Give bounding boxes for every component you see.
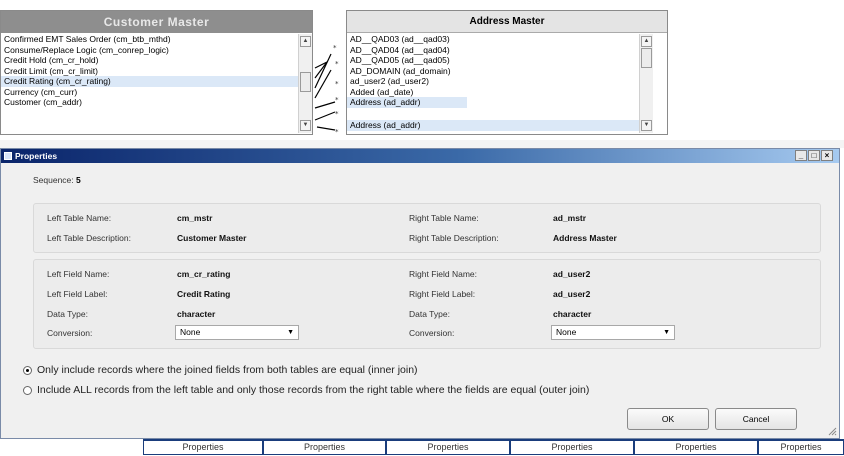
cancel-button[interactable]: Cancel	[715, 408, 797, 430]
left-field-name-value: cm_cr_rating	[177, 269, 231, 279]
right-data-type-label: Data Type:	[409, 309, 450, 319]
left-table-name-value: cm_mstr	[177, 213, 213, 223]
right-table-name-value: ad_mstr	[553, 213, 587, 223]
customer-master-field-list[interactable]: Confirmed EMT Sales Order (cm_btb_mthd) …	[1, 34, 298, 108]
close-icon[interactable]: ×	[821, 150, 833, 161]
svg-text:*: *	[335, 80, 339, 88]
left-table-desc-label: Left Table Description:	[47, 233, 131, 243]
address-master-field-list[interactable]: AD__QAD03 (ad__qad03) AD__QAD04 (ad__qad…	[347, 34, 467, 108]
list-item-selected[interactable]: Credit Rating (cm_cr_rating)	[1, 76, 298, 87]
scroll-thumb[interactable]	[641, 48, 652, 68]
left-field-label-label: Left Field Label:	[47, 289, 108, 299]
scroll-up-icon[interactable]: ▲	[300, 36, 311, 47]
inner-join-radio[interactable]	[23, 365, 32, 375]
properties-tab-bar: Properties Properties Properties Propert…	[0, 439, 844, 456]
list-item[interactable]: AD__QAD03 (ad__qad03)	[347, 34, 467, 45]
right-field-label-label: Right Field Label:	[409, 289, 476, 299]
tab-properties[interactable]: Properties	[386, 439, 510, 455]
tab-properties[interactable]: Properties	[510, 439, 634, 455]
background-strip	[0, 140, 844, 148]
right-field-label-value: ad_user2	[553, 289, 591, 299]
outer-join-option[interactable]: Include ALL records from the left table …	[23, 384, 589, 396]
left-field-label-value: Credit Rating	[177, 289, 231, 299]
chevron-down-icon: ▼	[663, 329, 670, 336]
list-item[interactable]: ad_user2 (ad_user2)	[347, 76, 467, 87]
right-conversion-label: Conversion:	[409, 328, 455, 338]
right-conversion-select[interactable]: None ▼	[551, 325, 675, 340]
properties-dialog: Properties _ □ × Sequence: 5 Left Table …	[0, 148, 840, 439]
address-master-panel: Address Master AD__QAD03 (ad__qad03) AD_…	[346, 10, 668, 135]
join-connector-icon: * * * * * *	[314, 44, 339, 135]
sequence-row: Sequence: 5	[33, 175, 81, 185]
outer-join-label: Include ALL records from the left table …	[37, 384, 590, 396]
ok-button[interactable]: OK	[627, 408, 709, 430]
inner-join-option[interactable]: Only include records where the joined fi…	[23, 364, 418, 376]
tab-properties[interactable]: Properties	[143, 439, 263, 455]
left-table-desc-value: Customer Master	[177, 233, 247, 243]
left-conversion-select[interactable]: None ▼	[175, 325, 299, 340]
left-data-type-label: Data Type:	[47, 309, 88, 319]
tab-properties[interactable]: Properties	[634, 439, 758, 455]
svg-text:*: *	[335, 60, 339, 68]
scroll-up-icon[interactable]: ▲	[641, 36, 652, 47]
svg-text:*: *	[333, 44, 337, 52]
list-item[interactable]: AD__QAD05 (ad__qad05)	[347, 55, 467, 66]
list-item-selected-label: Address (ad_addr)	[350, 120, 421, 130]
sequence-label: Sequence:	[33, 175, 74, 185]
inner-join-label: Only include records where the joined fi…	[37, 364, 418, 376]
right-field-name-value: ad_user2	[553, 269, 591, 279]
outer-join-radio[interactable]	[23, 385, 32, 395]
list-item[interactable]: Added (ad_date)	[347, 87, 467, 98]
tab-properties[interactable]: Properties	[758, 439, 844, 455]
maximize-icon[interactable]: □	[808, 150, 820, 161]
sequence-value: 5	[76, 175, 81, 185]
left-field-name-label: Left Field Name:	[47, 269, 110, 279]
resize-grip-icon[interactable]	[828, 427, 837, 436]
list-item[interactable]: Customer (cm_addr)	[1, 97, 298, 108]
tab-properties[interactable]: Properties	[263, 439, 386, 455]
address-master-scrollbar[interactable]: ▲ ▼	[639, 34, 653, 133]
list-item[interactable]: Currency (cm_curr)	[1, 87, 298, 98]
dialog-title: Properties	[15, 151, 58, 161]
list-item[interactable]: Credit Hold (cm_cr_hold)	[1, 55, 298, 66]
svg-text:*: *	[335, 110, 339, 118]
list-item-selected[interactable]: Address (ad_addr)	[347, 97, 467, 108]
dialog-titlebar[interactable]: Properties _ □ ×	[1, 149, 839, 163]
left-conversion-value: None	[180, 327, 201, 337]
list-item[interactable]: AD_DOMAIN (ad_domain)	[347, 66, 467, 77]
right-table-desc-label: Right Table Description:	[409, 233, 499, 243]
address-master-title: Address Master	[347, 11, 667, 33]
left-conversion-label: Conversion:	[47, 328, 93, 338]
scroll-thumb[interactable]	[300, 72, 311, 92]
list-item[interactable]: AD__QAD04 (ad__qad04)	[347, 45, 467, 56]
right-conversion-value: None	[556, 327, 577, 337]
customer-master-title: Customer Master	[1, 11, 312, 33]
minimize-icon[interactable]: _	[795, 150, 807, 161]
left-data-type-value: character	[177, 309, 216, 319]
right-data-type-value: character	[553, 309, 592, 319]
scroll-down-icon[interactable]: ▼	[300, 120, 311, 131]
svg-text:*: *	[335, 128, 339, 135]
customer-master-panel: Customer Master Confirmed EMT Sales Orde…	[0, 10, 313, 135]
app-icon	[4, 152, 12, 160]
list-item[interactable]: Credit Limit (cm_cr_limit)	[1, 66, 298, 77]
right-table-name-label: Right Table Name:	[409, 213, 479, 223]
customer-master-scrollbar[interactable]: ▲ ▼	[298, 34, 312, 133]
chevron-down-icon: ▼	[287, 329, 294, 336]
left-table-name-label: Left Table Name:	[47, 213, 112, 223]
list-item[interactable]: Confirmed EMT Sales Order (cm_btb_mthd)	[1, 34, 298, 45]
scroll-down-icon[interactable]: ▼	[641, 120, 652, 131]
svg-text:*: *	[335, 96, 339, 104]
list-item[interactable]: Consume/Replace Logic (cm_conrep_logic)	[1, 45, 298, 56]
right-field-name-label: Right Field Name:	[409, 269, 478, 279]
table-info-group	[33, 203, 821, 253]
right-table-desc-value: Address Master	[553, 233, 617, 243]
